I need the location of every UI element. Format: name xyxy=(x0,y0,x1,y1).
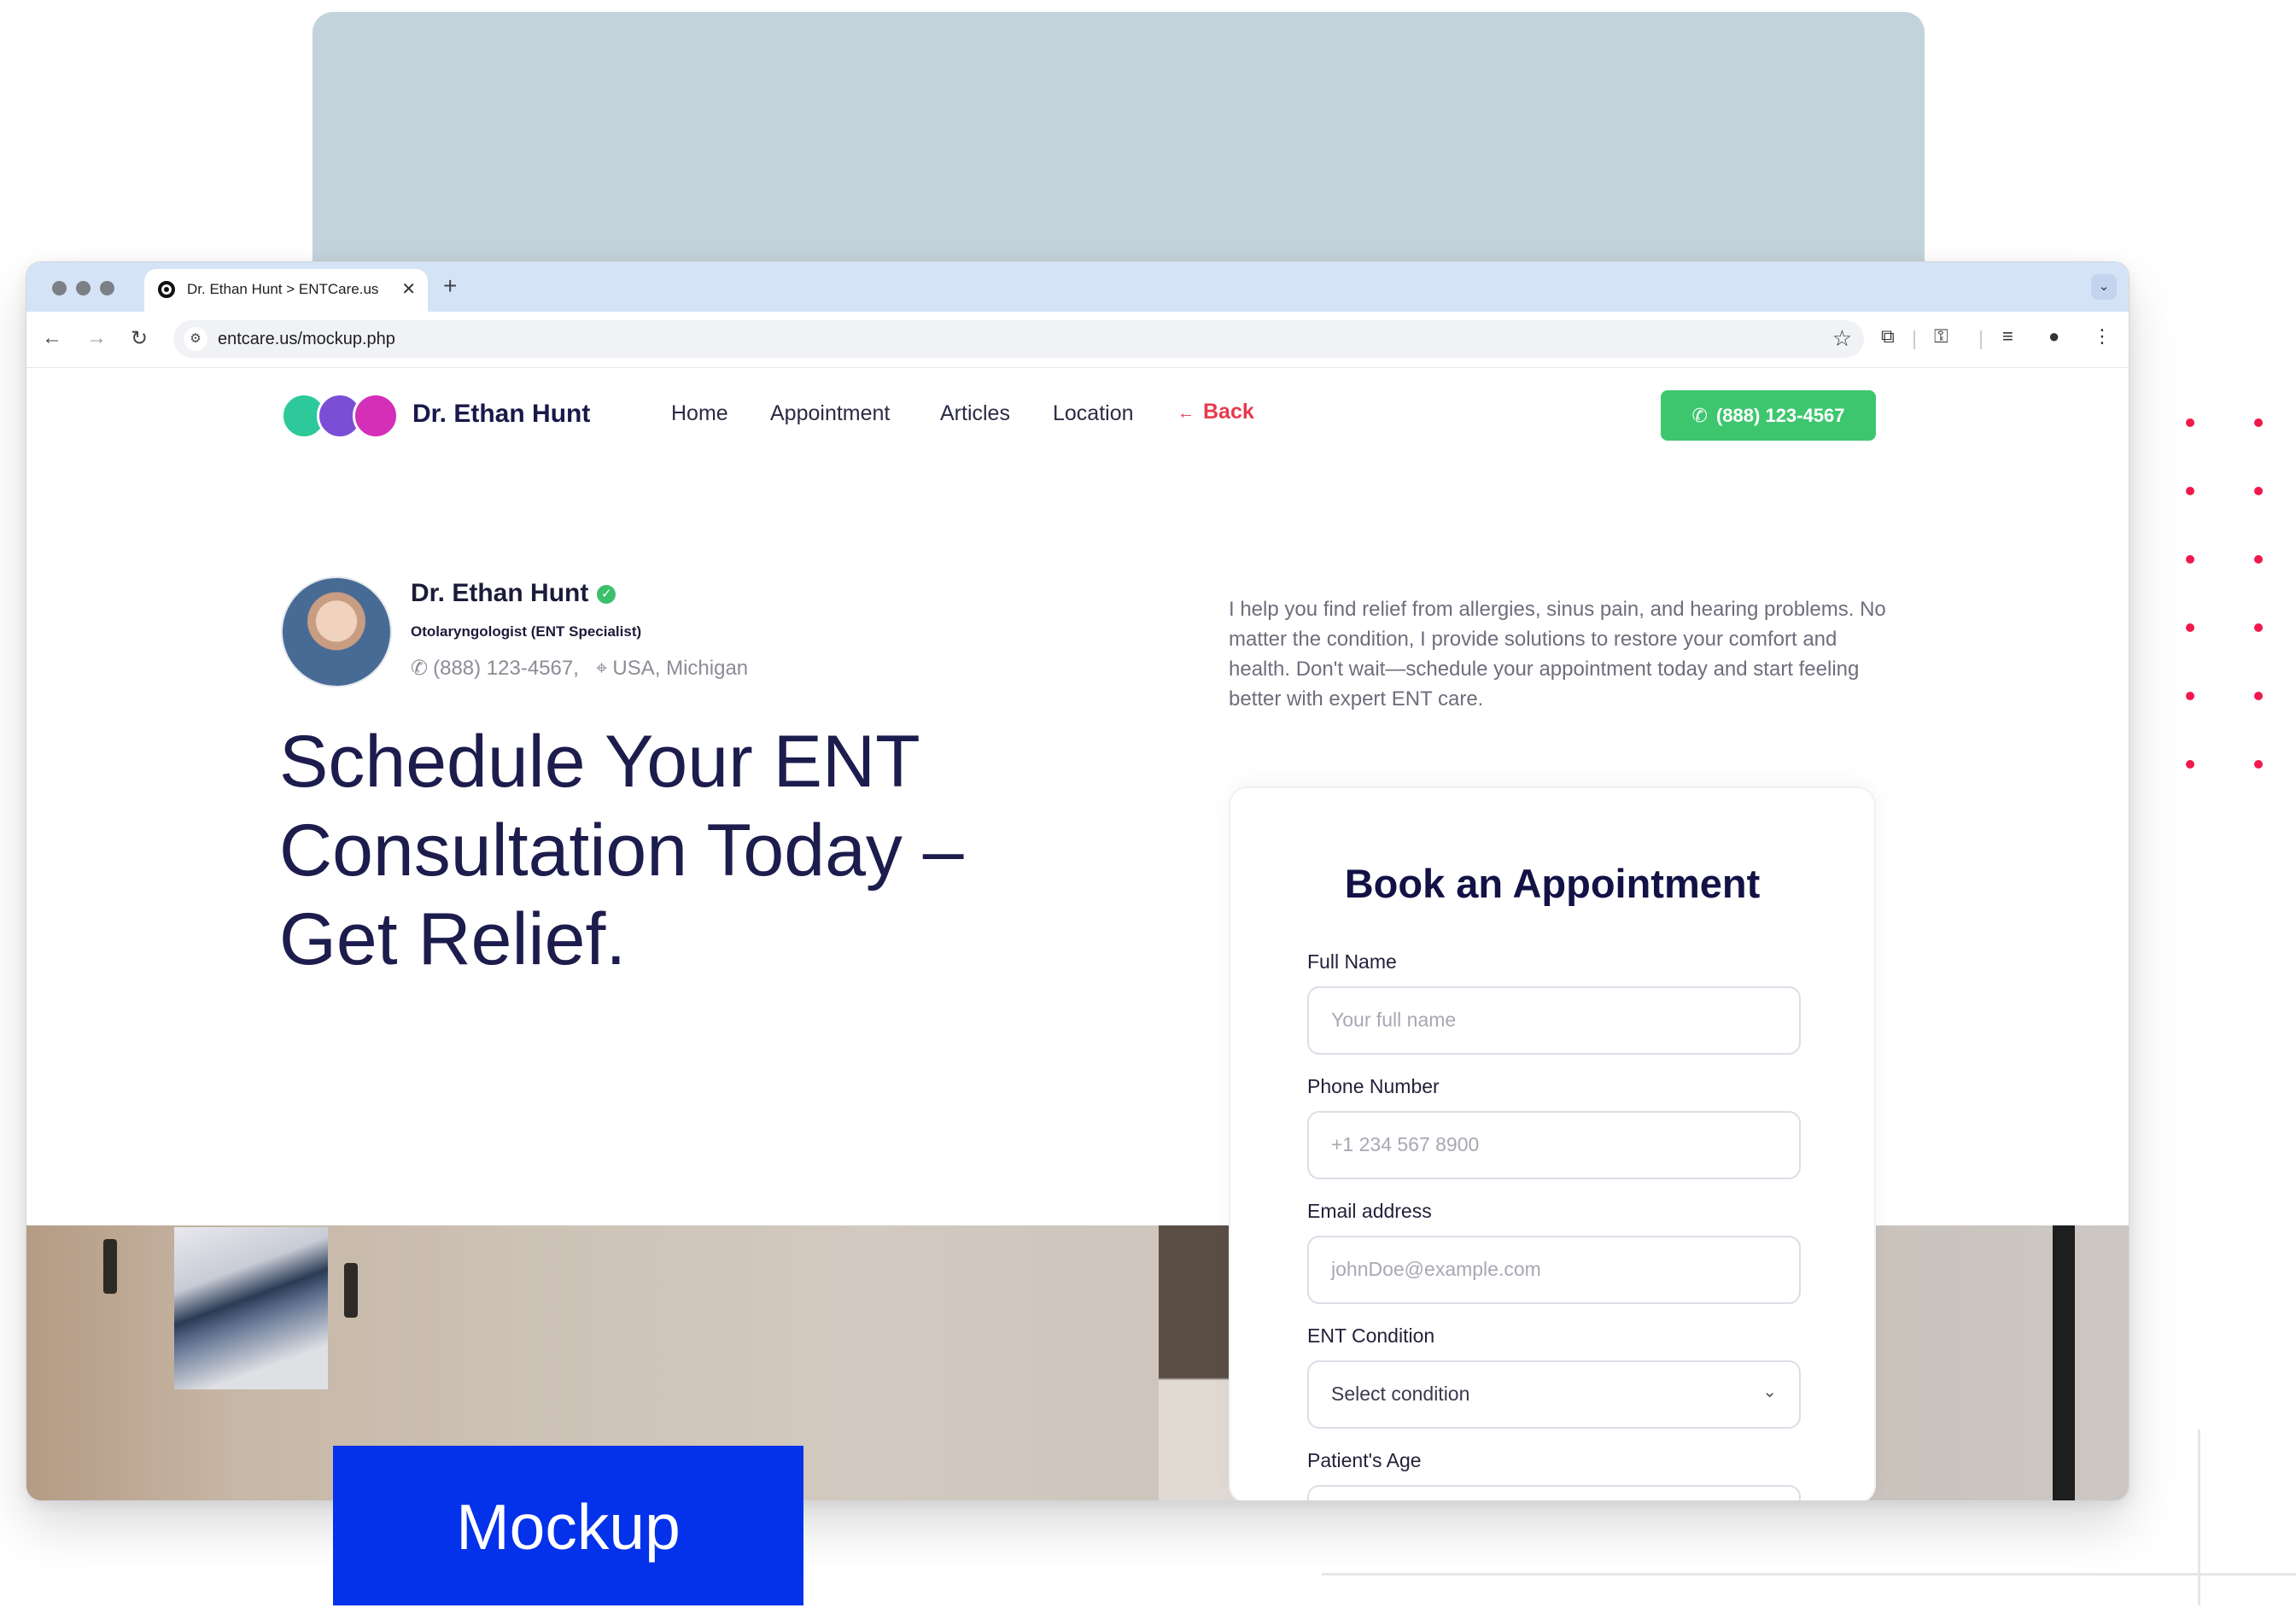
left-arrow-icon: ← xyxy=(1177,404,1195,423)
hero-line-2: Consultation Today – xyxy=(279,810,964,892)
decorative-dot xyxy=(2186,623,2194,632)
window-minimize-dot[interactable] xyxy=(76,281,91,295)
phone-icon: ✆ xyxy=(1691,405,1708,426)
nav-home[interactable]: Home xyxy=(671,401,728,426)
browser-menu-icon[interactable]: ⋮ xyxy=(2093,325,2112,348)
appointment-form-card: Book an Appointment Full Name Your full … xyxy=(1229,786,1876,1500)
decorative-dot xyxy=(2186,760,2194,769)
address-bar: ← → ↻ ⚙ entcare.us/mockup.php ☆ ⧉ ⚿ ≡ ● … xyxy=(26,312,2129,368)
window-zoom-dot[interactable] xyxy=(100,281,114,295)
ent-condition-label: ENT Condition xyxy=(1307,1324,1435,1347)
passwords-key-icon[interactable]: ⚿ xyxy=(1934,325,1948,348)
url-text[interactable]: entcare.us/mockup.php xyxy=(218,330,395,349)
back-arrow-icon[interactable]: ← xyxy=(42,326,62,350)
full-name-placeholder: Your full name xyxy=(1331,1009,1457,1031)
browser-tab[interactable]: Dr. Ethan Hunt > ENTCare.us ✕ xyxy=(144,269,428,312)
hero-line-3: Get Relief. xyxy=(279,898,627,980)
wall-sconce xyxy=(103,1239,117,1294)
phone-icon: ✆ xyxy=(411,657,429,680)
decorative-dot xyxy=(2254,692,2263,700)
decorative-line-horizontal xyxy=(1322,1573,2296,1576)
media-controls-icon[interactable]: ≡ xyxy=(2002,325,2013,348)
hero-line-1: Schedule Your ENT xyxy=(279,721,920,803)
doctor-role: Otolaryngologist (ENT Specialist) xyxy=(411,623,642,640)
decorative-dot xyxy=(2186,555,2194,564)
doctor-phone[interactable]: (888) 123-4567, xyxy=(433,657,579,680)
browser-window: Dr. Ethan Hunt > ENTCare.us ✕ + ⌄ ← → ↻ … xyxy=(26,261,2129,1501)
back-link[interactable]: ← Back xyxy=(1177,400,1254,424)
decorative-dot xyxy=(2254,760,2263,769)
nav-articles[interactable]: Articles xyxy=(940,401,1010,426)
doctor-contact: ✆ (888) 123-4567, ⌖ USA, Michigan xyxy=(411,656,748,681)
mockup-badge: Mockup xyxy=(333,1446,803,1605)
email-input[interactable]: johnDoe@example.com xyxy=(1307,1236,1801,1304)
chevron-down-icon: ⌄ xyxy=(1762,1383,1777,1401)
full-name-label: Full Name xyxy=(1307,950,1397,973)
decorative-dot xyxy=(2254,487,2263,495)
patient-age-input[interactable] xyxy=(1307,1485,1801,1500)
location-pin-icon: ⌖ xyxy=(595,657,608,680)
patient-age-label: Patient's Age xyxy=(1307,1449,1422,1471)
ent-condition-value: Select condition xyxy=(1331,1383,1470,1405)
back-label: Back xyxy=(1203,400,1254,424)
call-phone-button[interactable]: ✆ (888) 123-4567 xyxy=(1661,390,1876,441)
site-settings-icon[interactable]: ⚙ xyxy=(184,327,207,351)
new-tab-button[interactable]: + xyxy=(443,272,457,300)
ent-condition-select[interactable]: Select condition ⌄ xyxy=(1307,1360,1801,1429)
phone-number-label: Phone Number xyxy=(1307,1075,1440,1097)
doctor-avatar xyxy=(281,576,392,687)
decorative-dot xyxy=(2254,555,2263,564)
toolbar-divider xyxy=(1913,330,1915,349)
close-icon[interactable]: ✕ xyxy=(401,278,416,300)
phone-button-label: (888) 123-4567 xyxy=(1715,405,1845,426)
favicon-icon xyxy=(158,281,175,298)
doctor-location: USA, Michigan xyxy=(612,657,749,680)
decorative-line-vertical xyxy=(2198,1430,2200,1605)
full-name-input[interactable]: Your full name xyxy=(1307,986,1801,1055)
decorative-dot xyxy=(2186,418,2194,427)
extensions-icon[interactable]: ⧉ xyxy=(1881,325,1895,348)
nav-location[interactable]: Location xyxy=(1053,401,1134,426)
decorative-dot xyxy=(2186,487,2194,495)
tab-bar: Dr. Ethan Hunt > ENTCare.us ✕ + ⌄ xyxy=(26,262,2129,312)
email-placeholder: johnDoe@example.com xyxy=(1331,1258,1541,1280)
decorative-dot xyxy=(2254,418,2263,427)
email-label: Email address xyxy=(1307,1200,1432,1222)
wall-sconce xyxy=(344,1263,358,1318)
reload-icon[interactable]: ↻ xyxy=(131,326,148,351)
window-close-dot[interactable] xyxy=(52,281,67,295)
brand-name[interactable]: Dr. Ethan Hunt xyxy=(412,400,590,429)
tab-title: Dr. Ethan Hunt > ENTCare.us xyxy=(187,281,379,297)
decorative-dot xyxy=(2186,692,2194,700)
phone-number-input[interactable]: +1 234 567 8900 xyxy=(1307,1111,1801,1179)
intro-paragraph: I help you find relief from allergies, s… xyxy=(1229,598,1886,710)
bookmark-star-icon[interactable]: ☆ xyxy=(1832,325,1852,352)
nav-appointment[interactable]: Appointment xyxy=(770,401,890,426)
door-frame xyxy=(2053,1225,2075,1500)
web-page: Dr. Ethan Hunt Home Appointment Articles… xyxy=(26,369,2129,1500)
doctor-name-block: Dr. Ethan Hunt ✓ xyxy=(411,579,616,608)
form-title: Book an Appointment xyxy=(1344,861,1761,906)
cabinet xyxy=(1159,1225,1236,1500)
url-field[interactable]: ⚙ entcare.us/mockup.php ☆ xyxy=(173,320,1864,358)
logo-throat-icon[interactable] xyxy=(353,393,399,439)
hero-heading: Schedule Your ENT Consultation Today – G… xyxy=(279,717,1116,984)
decorative-dot xyxy=(2254,623,2263,632)
tab-search-chevron-icon[interactable]: ⌄ xyxy=(2091,274,2117,300)
toolbar-divider xyxy=(1980,330,1982,349)
doctor-name: Dr. Ethan Hunt xyxy=(411,579,589,607)
wall-art-image xyxy=(174,1227,328,1389)
phone-number-placeholder: +1 234 567 8900 xyxy=(1331,1133,1480,1155)
profile-icon[interactable]: ● xyxy=(2048,325,2059,348)
forward-arrow-icon[interactable]: → xyxy=(86,326,107,350)
verified-check-icon: ✓ xyxy=(597,585,616,605)
